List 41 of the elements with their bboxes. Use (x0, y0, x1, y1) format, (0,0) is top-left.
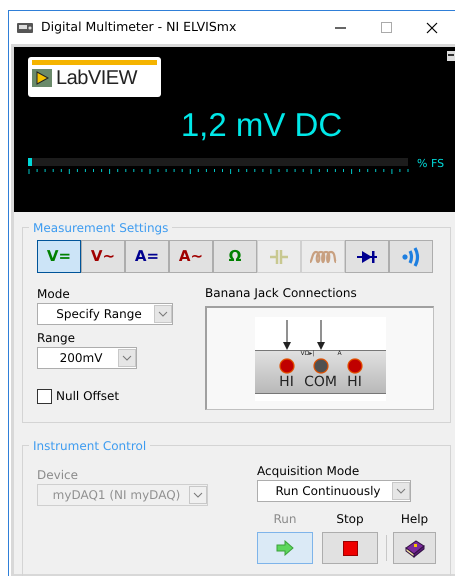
mode-dropdown[interactable]: Specify Range (37, 303, 173, 325)
null-offset-checkbox[interactable] (37, 388, 52, 404)
field-label: Acquisition Mode (257, 463, 360, 480)
acquisition-dropdown[interactable]: Run Continuously (257, 480, 411, 502)
panel-icon[interactable] (447, 51, 455, 61)
function-button[interactable] (345, 240, 389, 273)
terminal-label: HI (278, 374, 295, 390)
function-button[interactable]: V= (37, 240, 81, 273)
terminal-label: HI (346, 374, 363, 390)
terminal-label: COM (303, 374, 338, 390)
logo-text: LabVIEW (56, 67, 137, 89)
stop-icon (342, 540, 358, 556)
help-button[interactable] (393, 532, 436, 564)
range-dropdown[interactable]: 200mV (37, 347, 137, 369)
caret-icon (154, 305, 172, 323)
jack-title: Banana Jack Connections (205, 285, 358, 302)
close-icon[interactable] (426, 22, 438, 34)
caret-icon (189, 486, 207, 504)
caret-icon (118, 349, 136, 367)
button-label: Help (400, 511, 430, 528)
stop-button[interactable] (322, 532, 378, 564)
scale-label: % FS (417, 156, 444, 172)
caret-icon (392, 482, 410, 500)
logo-icon (32, 69, 52, 87)
field-label: Device (37, 467, 80, 484)
checkbox-label: Null Offset (56, 388, 120, 405)
function-button[interactable]: Ω (213, 240, 257, 273)
function-button[interactable]: A~ (169, 240, 213, 273)
field-label: Mode (37, 286, 71, 303)
run-button[interactable] (257, 532, 313, 564)
arrow-icon (276, 540, 294, 556)
function-button[interactable]: V~ (81, 240, 125, 273)
meter-reading: 1,2 mV DC (180, 105, 344, 145)
button-label: Stop (335, 511, 365, 528)
button-label: Run (272, 511, 298, 528)
book-icon (404, 538, 426, 558)
multimeter-icon (17, 22, 33, 32)
minimize-icon[interactable] (334, 26, 346, 28)
function-button[interactable]: A= (125, 240, 169, 273)
window-title: Digital Multimeter - NI ELVISmx (41, 18, 238, 36)
field-label: Range (37, 330, 76, 347)
